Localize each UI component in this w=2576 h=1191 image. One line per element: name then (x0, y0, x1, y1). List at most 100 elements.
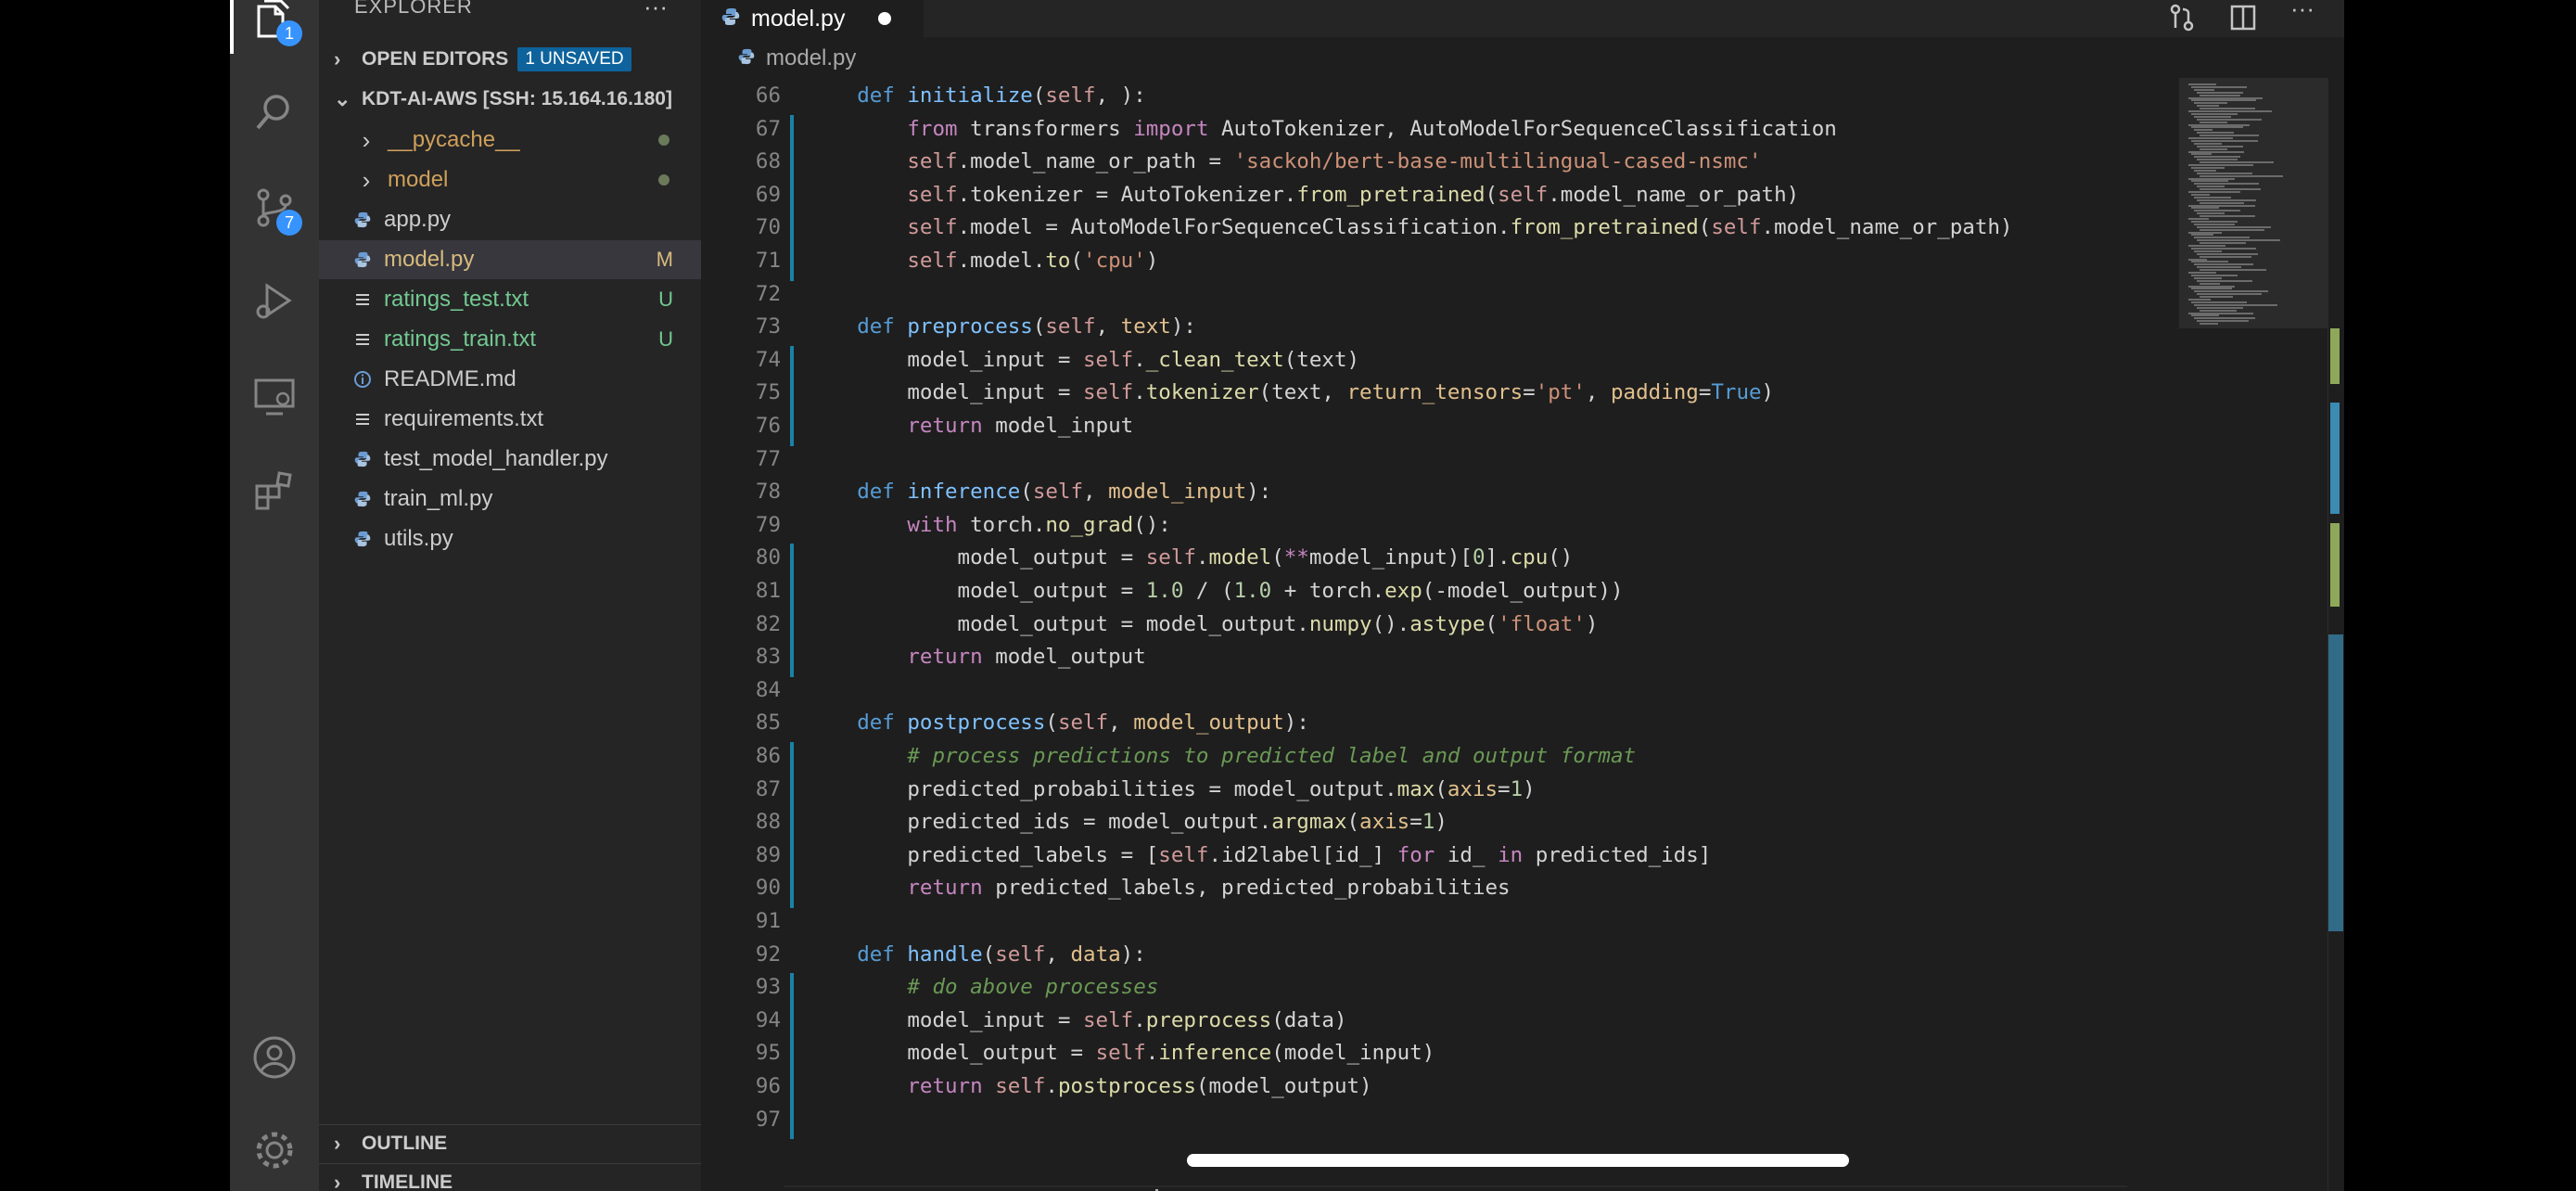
code-line[interactable]: self.model = AutoModelForSequenceClassif… (807, 215, 2012, 239)
minimap-line (2200, 296, 2233, 299)
minimap-line (2200, 201, 2244, 204)
extensions-icon[interactable] (252, 469, 297, 514)
minimap-line (2188, 312, 2253, 314)
code-line[interactable]: model_output = model_output.numpy().asty… (807, 612, 1599, 636)
outline-section[interactable]: › OUTLINE (319, 1124, 701, 1162)
minimap-line (2188, 299, 2211, 301)
open-editors-section[interactable]: › OPEN EDITORS 1 UNSAVED (319, 41, 701, 78)
code-line[interactable]: from transformers import AutoTokenizer, … (807, 117, 1836, 141)
account-icon[interactable] (252, 1035, 297, 1080)
tab-model-py[interactable]: model.py (701, 0, 924, 37)
code-line[interactable]: model_output = 1.0 / (1.0 + torch.exp(-m… (807, 579, 1624, 603)
code-line[interactable]: model_output = self.inference(model_inpu… (807, 1041, 1435, 1065)
search-icon[interactable] (252, 89, 297, 134)
code-line[interactable]: # do above processes (807, 975, 1158, 999)
current-line-highlight (784, 1185, 2127, 1191)
code-line[interactable]: model_input = self.preprocess(data) (807, 1008, 1346, 1032)
file-item[interactable]: model.py M (319, 240, 701, 279)
breadcrumb[interactable]: model.py (701, 41, 856, 76)
minimap-line (2197, 145, 2243, 147)
code-line[interactable]: return model_output (807, 645, 1145, 669)
line-number: 80 (755, 545, 781, 570)
file-item[interactable]: utils.py (319, 519, 701, 558)
minimap-line (2191, 193, 2210, 196)
minimap-line (2200, 309, 2237, 312)
line-number: 69 (755, 182, 781, 207)
file-name: requirements.txt (384, 406, 544, 431)
scm-badge: 7 (276, 210, 302, 236)
file-item[interactable]: › model (319, 160, 701, 199)
line-number: 84 (755, 677, 781, 702)
line-number: 67 (755, 116, 781, 141)
file-name: test_model_handler.py (384, 446, 608, 471)
code-line[interactable]: model_input = self.tokenizer(text, retur… (807, 380, 1774, 404)
code-line[interactable]: def preprocess(self, text): (807, 314, 1196, 339)
file-item[interactable]: requirements.txt (319, 400, 701, 439)
minimap-line (2197, 279, 2252, 282)
git-change-gutter (790, 213, 794, 248)
file-item[interactable]: ratings_test.txt U (319, 280, 701, 319)
code-line[interactable]: predicted_labels = [self.id2label[id_] f… (807, 843, 1711, 867)
git-change-gutter (790, 1105, 794, 1140)
code-line[interactable]: return self.postprocess(model_output) (807, 1074, 1371, 1098)
source-diff-icon[interactable] (2168, 4, 2196, 36)
minimap-line (2200, 174, 2283, 177)
file-item[interactable]: › __pycache__ (319, 121, 701, 160)
vscode-window: 1 7 EXPLORER ··· › OPEN EDITORS 1 UNSAVE… (230, 0, 2344, 1191)
git-change-gutter (790, 973, 794, 1007)
line-number: 70 (755, 215, 781, 240)
remote-explorer-icon[interactable] (252, 375, 297, 419)
code-line[interactable]: model_output = self.model(**model_input)… (807, 545, 1574, 570)
line-number: 74 (755, 347, 781, 372)
vertical-scrollbar[interactable] (2327, 78, 2344, 1191)
code-line[interactable]: def inference(self, model_input): (807, 480, 1271, 504)
minimap-line (2191, 247, 2256, 250)
file-item[interactable]: README.md (319, 360, 701, 399)
more-actions-icon[interactable]: ··· (644, 0, 668, 21)
line-number: 83 (755, 645, 781, 670)
file-item[interactable]: ratings_train.txt U (319, 320, 701, 359)
code-editor[interactable]: 66 def initialize(self, ): 67 from transf… (701, 83, 2175, 1191)
run-debug-icon[interactable] (252, 278, 297, 323)
workspace-section[interactable]: ⌄ KDT-AI-AWS [SSH: 15.164.16.180] (319, 81, 701, 118)
code-line[interactable]: # process predictions to predicted label… (807, 744, 1636, 768)
code-line[interactable]: self.model_name_or_path = 'sackoh/bert-b… (807, 149, 1761, 173)
code-line[interactable]: model_input = self._clean_text(text) (807, 348, 1359, 372)
file-item[interactable]: app.py (319, 200, 701, 239)
code-line[interactable]: return model_input (807, 414, 1133, 438)
code-line[interactable]: predicted_ids = model_output.argmax(axis… (807, 810, 1447, 834)
minimap[interactable] (2179, 78, 2327, 1191)
unsaved-dot-icon[interactable] (878, 12, 892, 25)
minimap-line (2188, 150, 2244, 153)
minimap-line (2197, 132, 2234, 134)
chevron-right-icon: › (362, 165, 371, 194)
minimap-line (2194, 129, 2213, 132)
code-line[interactable]: self.model.to('cpu') (807, 249, 1158, 273)
code-line[interactable]: predicted_probabilities = model_output.m… (807, 777, 1535, 801)
minimap-line (2191, 288, 2232, 290)
line-number: 96 (755, 1074, 781, 1098)
line-number: 86 (755, 744, 781, 768)
code-line[interactable]: return predicted_labels, predicted_proba… (807, 876, 1510, 900)
file-item[interactable]: test_model_handler.py (319, 440, 701, 479)
code-line[interactable]: self.tokenizer = AutoTokenizer.from_pret… (807, 183, 1799, 207)
minimap-line (2200, 228, 2264, 231)
git-change-gutter (790, 874, 794, 908)
minimap-line (2200, 188, 2261, 191)
file-item[interactable]: train_ml.py (319, 480, 701, 519)
timeline-section[interactable]: › TIMELINE (319, 1163, 701, 1191)
code-line[interactable]: with torch.no_grad(): (807, 513, 1170, 537)
split-editor-icon[interactable] (2229, 4, 2257, 36)
line-number: 75 (755, 380, 781, 405)
line-number: 92 (755, 941, 781, 967)
editor-more-icon[interactable]: ··· (2290, 0, 2315, 23)
code-line[interactable]: def initialize(self, ): (807, 83, 1146, 108)
minimap-line (2188, 164, 2253, 166)
code-line[interactable]: def postprocess(self, model_output): (807, 711, 1309, 735)
code-line[interactable]: def handle(self, data): (807, 942, 1146, 967)
home-indicator[interactable] (1187, 1154, 1849, 1167)
python-file-icon (351, 211, 375, 228)
settings-gear-icon[interactable] (252, 1128, 297, 1172)
outline-label: OUTLINE (362, 1133, 448, 1154)
file-name: ratings_train.txt (384, 327, 537, 352)
